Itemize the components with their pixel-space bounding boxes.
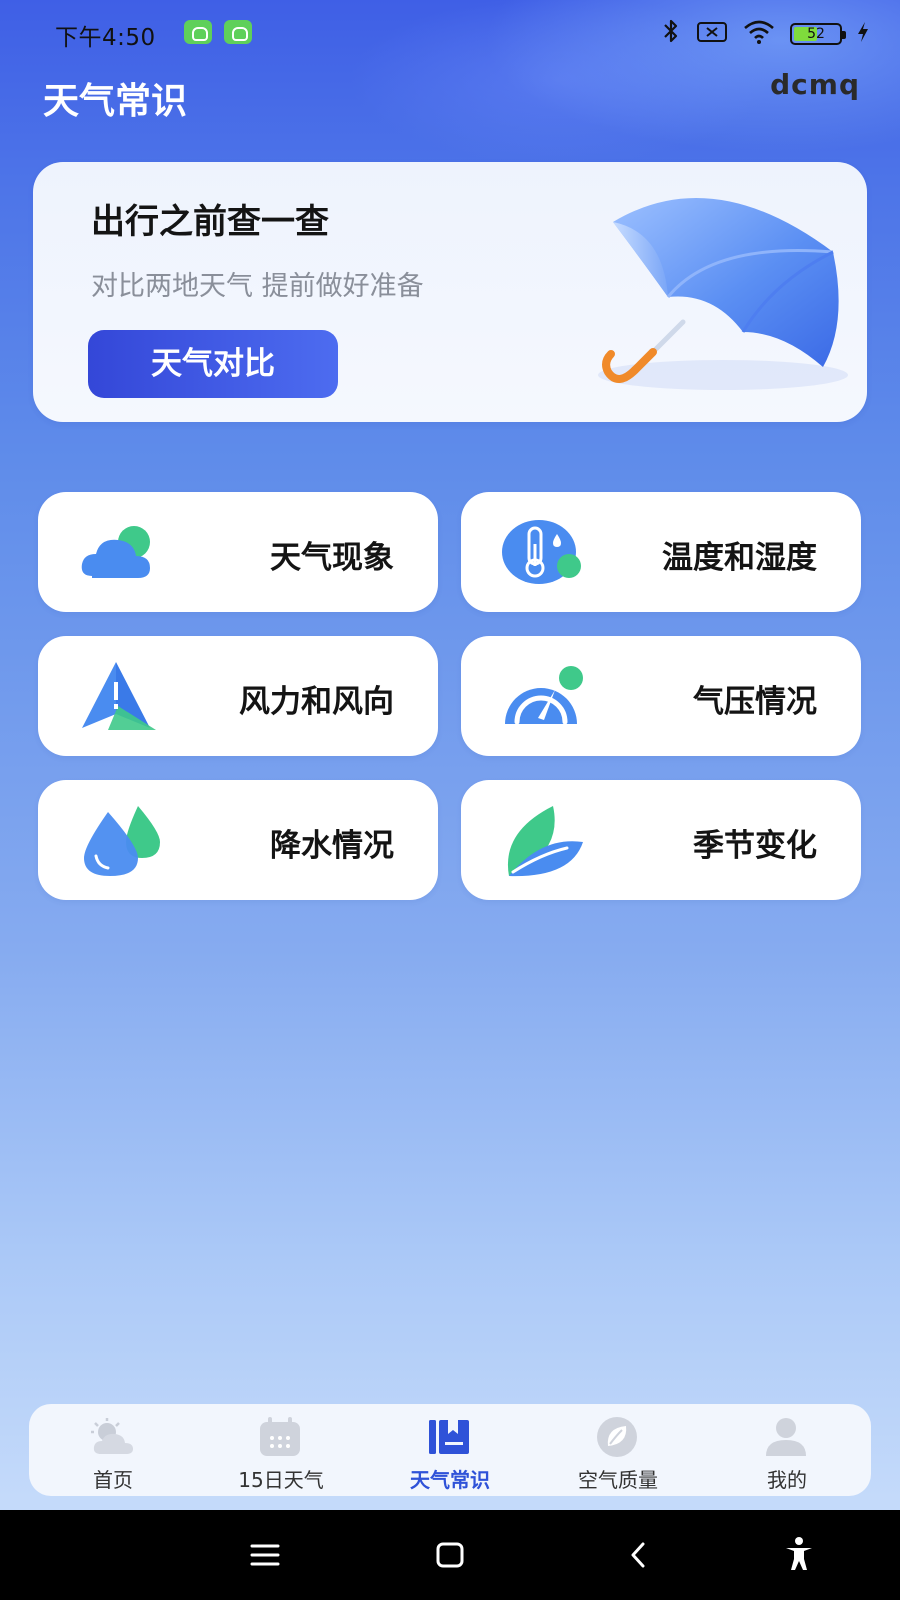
banner-title: 出行之前查一查: [91, 202, 329, 242]
topic-card-precipitation[interactable]: 降水情况: [38, 780, 438, 900]
weather-compare-button[interactable]: 天气对比: [88, 330, 338, 398]
menu-icon[interactable]: [242, 1532, 288, 1578]
topic-card-wind[interactable]: 风力和风向: [38, 636, 438, 756]
topic-label: 降水情况: [270, 828, 394, 864]
tab-label: 15日天气: [238, 1468, 324, 1492]
topic-card-weather-phenomena[interactable]: 天气现象: [38, 492, 438, 612]
tab-15-day-weather[interactable]: 15日天气: [197, 1404, 365, 1496]
raindrop-icon: [84, 806, 160, 876]
weather-icon: [91, 1418, 133, 1454]
home-square-icon[interactable]: [427, 1532, 473, 1578]
topic-label: 季节变化: [693, 828, 817, 864]
umbrella-illustration: [602, 198, 839, 383]
accessibility-icon[interactable]: [776, 1532, 822, 1578]
tab-weather-knowledge[interactable]: 天气常识: [366, 1404, 534, 1496]
page-title: 天气常识: [43, 81, 188, 122]
banner-subtitle: 对比两地天气 提前做好准备: [91, 271, 424, 302]
cloud-icon: [81, 526, 150, 578]
brand-label: dcmq: [770, 68, 860, 101]
topic-card-seasons[interactable]: 季节变化: [461, 780, 861, 900]
system-nav-bar: [0, 1510, 900, 1600]
calendar-icon: [260, 1417, 300, 1456]
bluetooth-icon: [660, 18, 682, 50]
battery-icon: 52: [790, 23, 846, 45]
app-notification-icon: [224, 20, 252, 44]
bottom-nav: 首页 15日天气 天气常识 空气质量 我的: [29, 1404, 871, 1496]
back-icon[interactable]: [616, 1532, 662, 1578]
pressure-gauge-icon: [505, 666, 583, 725]
tab-label: 首页: [93, 1468, 133, 1492]
topic-label: 气压情况: [693, 684, 817, 720]
leaf-circle-icon: [597, 1417, 637, 1457]
tab-profile[interactable]: 我的: [703, 1404, 871, 1496]
charging-icon: [856, 21, 870, 48]
status-icons: 52: [660, 18, 870, 50]
app-notification-icon: [184, 20, 212, 44]
leaf-icon: [507, 806, 583, 877]
tab-label: 空气质量: [578, 1468, 658, 1492]
book-icon: [429, 1420, 469, 1454]
battery-percentage: 52: [807, 26, 825, 42]
compare-banner: 出行之前查一查 对比两地天气 提前做好准备 天气对比: [33, 162, 867, 422]
profile-icon: [766, 1418, 806, 1456]
tab-home[interactable]: 首页: [29, 1404, 197, 1496]
tab-air-quality[interactable]: 空气质量: [534, 1404, 702, 1496]
topic-label: 天气现象: [270, 540, 394, 576]
wind-direction-icon: [82, 662, 156, 730]
status-time: 下午4:50: [55, 25, 156, 51]
thermometer-icon: [502, 520, 581, 584]
tab-label: 我的: [767, 1468, 807, 1492]
sim-card-icon: [696, 20, 728, 48]
tab-label: 天气常识: [410, 1468, 490, 1492]
status-bar: 下午4:50 52: [0, 0, 900, 64]
topic-card-air-pressure[interactable]: 气压情况: [461, 636, 861, 756]
topic-label: 温度和湿度: [662, 540, 817, 576]
topic-label: 风力和风向: [239, 684, 394, 720]
topic-card-temperature-humidity[interactable]: 温度和湿度: [461, 492, 861, 612]
wifi-icon: [742, 19, 776, 49]
